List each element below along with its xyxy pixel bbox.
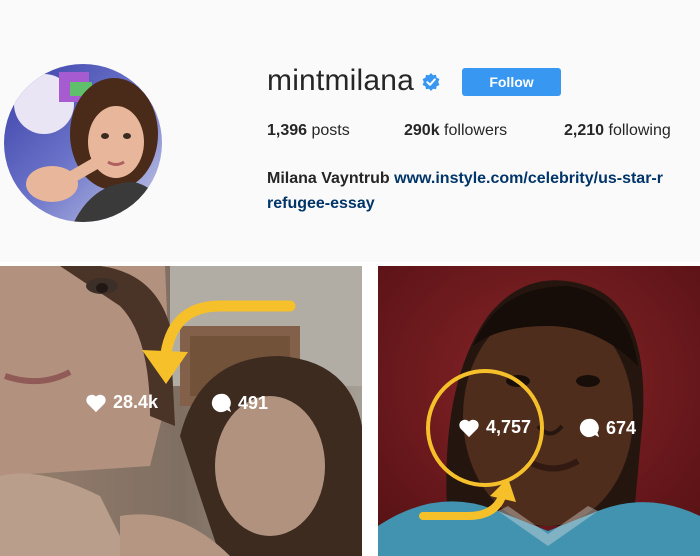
posts-count: 1,396 (267, 122, 308, 139)
followers-stat[interactable]: 290k followers (404, 122, 507, 140)
profile-username: mintmilana (267, 64, 415, 97)
post-1-likes-count: 28.4k (113, 392, 159, 412)
comment-bubble-icon (579, 418, 600, 438)
avatar-image (4, 64, 162, 222)
posts-stat: 1,396 posts (267, 122, 350, 140)
post-1-photo (0, 266, 362, 556)
followers-count: 290k (404, 122, 440, 139)
post-thumbnail-1[interactable]: 28.4k 491 (0, 266, 362, 556)
post-2-likes-count: 4,757 (486, 417, 532, 437)
profile-avatar[interactable] (4, 64, 162, 222)
post-2-comments: 674 (578, 417, 636, 439)
profile-full-name: Milana Vayntrub (267, 170, 390, 187)
post-1-comments: 491 (210, 392, 268, 414)
comment-bubble-icon (211, 393, 232, 413)
post-2-likes: 4,757 (458, 417, 531, 438)
profile-bio: Milana Vayntrub www.instyle.com/celebrit… (267, 166, 700, 216)
profile-header: mintmilana Follow 1,396 posts 290k follo… (0, 0, 700, 262)
followers-label: followers (444, 122, 508, 139)
following-count: 2,210 (564, 122, 605, 139)
following-label: following (608, 122, 671, 139)
follow-button[interactable]: Follow (462, 68, 561, 96)
bio-link-line2[interactable]: refugee-essay (267, 191, 700, 216)
following-stat[interactable]: 2,210 following (564, 122, 671, 140)
heart-icon (459, 419, 479, 437)
post-1-comments-count: 491 (238, 392, 269, 413)
post-1-likes: 28.4k (85, 392, 158, 413)
verified-badge-icon (422, 73, 440, 91)
bio-link-line1[interactable]: www.instyle.com/celebrity/us-star-r (394, 170, 663, 187)
post-thumbnail-2[interactable]: 4,757 674 (378, 266, 700, 556)
posts-label: posts (311, 122, 350, 139)
post-2-photo (378, 266, 700, 556)
heart-icon (86, 394, 106, 412)
post-2-comments-count: 674 (606, 417, 637, 438)
